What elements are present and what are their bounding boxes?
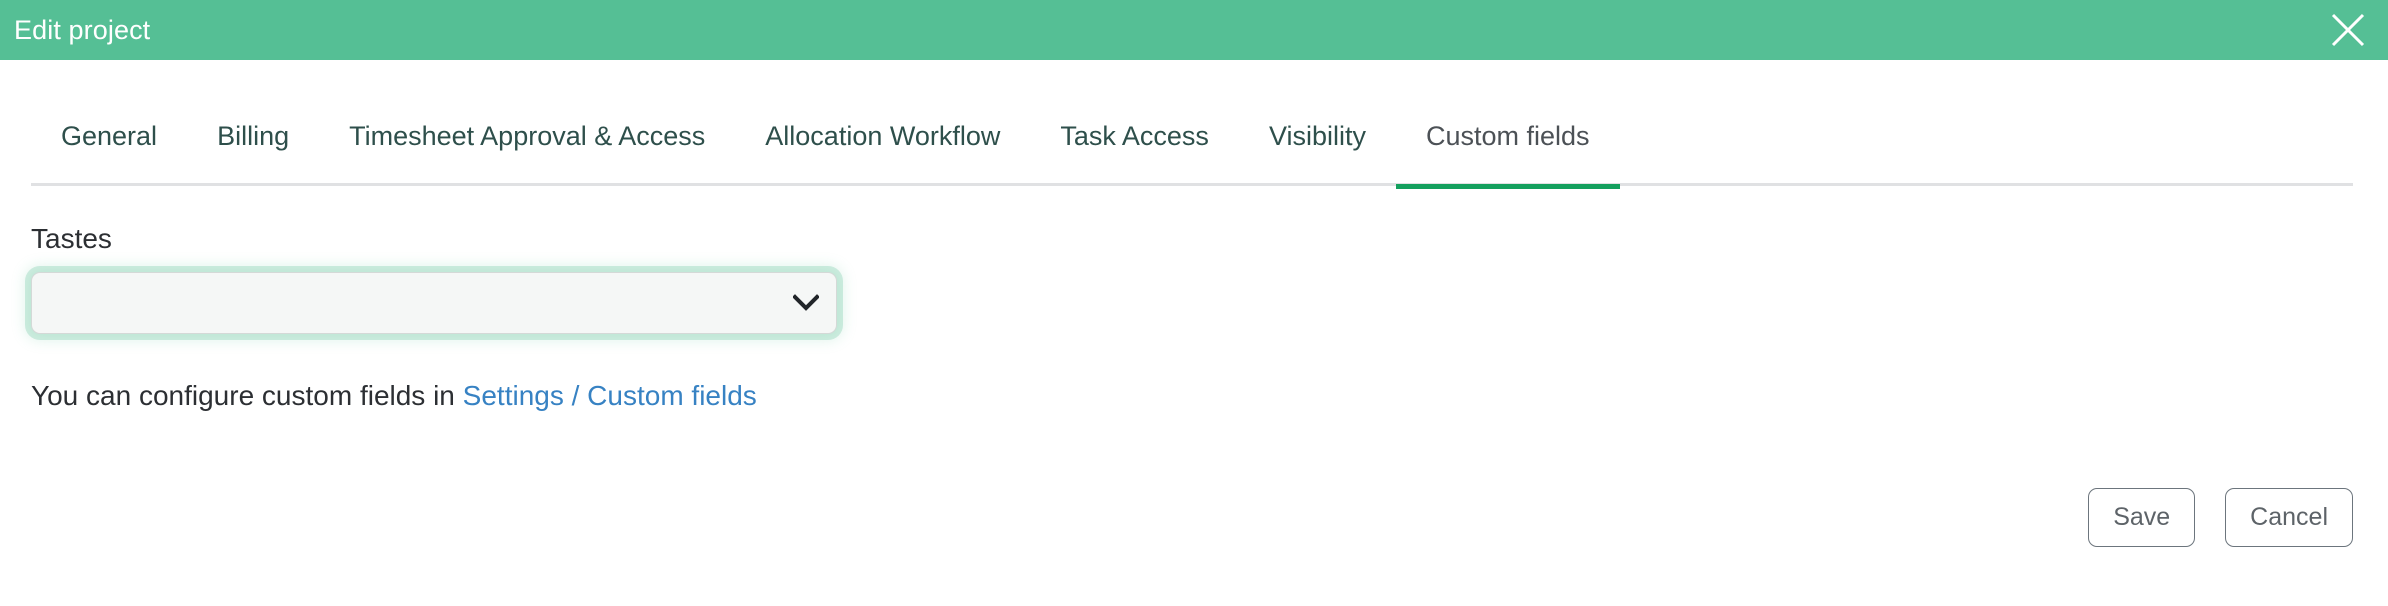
settings-custom-fields-link[interactable]: Settings / Custom fields xyxy=(463,380,757,411)
cancel-button[interactable]: Cancel xyxy=(2225,488,2353,547)
tastes-select[interactable] xyxy=(31,271,837,334)
close-icon xyxy=(2329,11,2367,49)
tab-label: Task Access xyxy=(1060,121,1209,151)
tastes-select-wrapper xyxy=(31,271,837,334)
tab-visibility[interactable]: Visibility xyxy=(1239,102,1396,186)
tab-general[interactable]: General xyxy=(31,102,187,186)
tab-allocation-workflow[interactable]: Allocation Workflow xyxy=(735,102,1030,186)
helper-text: You can configure custom fields in Setti… xyxy=(31,378,757,413)
tab-label: Billing xyxy=(217,121,290,151)
tab-task-access[interactable]: Task Access xyxy=(1030,102,1239,186)
close-button[interactable] xyxy=(2326,8,2370,52)
tab-label: General xyxy=(61,121,158,151)
tab-timesheet-approval-access[interactable]: Timesheet Approval & Access xyxy=(319,102,735,186)
tab-custom-fields[interactable]: Custom fields xyxy=(1395,102,1620,189)
modal-footer: Save Cancel xyxy=(2088,488,2353,547)
custom-field-block: Tastes xyxy=(31,222,837,334)
modal-header: Edit project xyxy=(0,0,2388,60)
tab-bar: General Billing Timesheet Approval & Acc… xyxy=(31,102,2353,189)
tab-label: Timesheet Approval & Access xyxy=(349,121,706,151)
helper-text-prefix: You can configure custom fields in xyxy=(31,380,463,411)
save-button[interactable]: Save xyxy=(2088,488,2196,547)
tab-label: Visibility xyxy=(1268,121,1366,151)
edit-project-modal: Edit project General Billing Timesheet A… xyxy=(0,0,2388,606)
tab-label: Custom fields xyxy=(1425,121,1590,151)
page-title: Edit project xyxy=(14,14,151,45)
tab-label: Allocation Workflow xyxy=(765,121,1001,151)
tab-billing[interactable]: Billing xyxy=(187,102,319,186)
tastes-field-label: Tastes xyxy=(31,223,112,254)
